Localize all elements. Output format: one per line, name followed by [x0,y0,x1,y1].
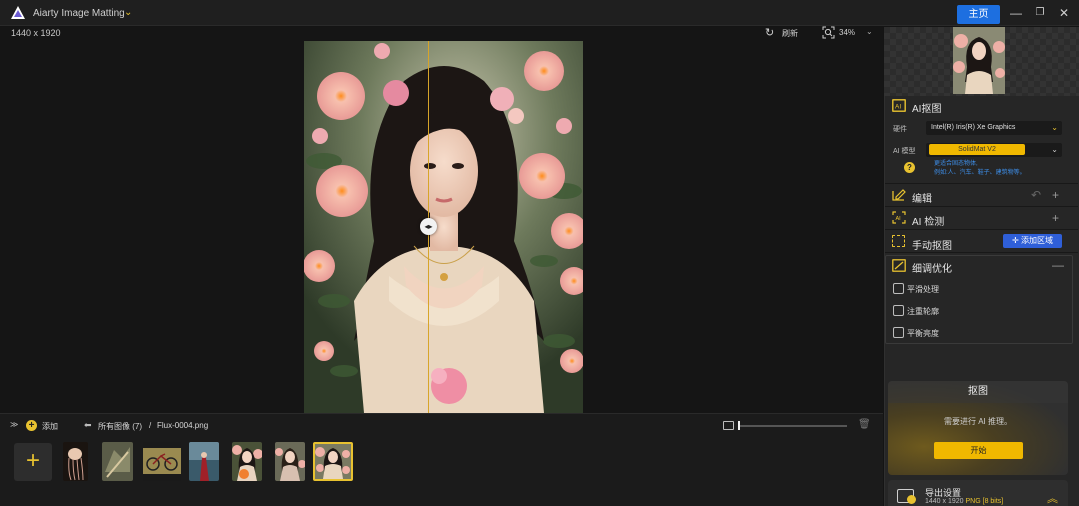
ai-detect-title: AI 检测 [912,217,945,228]
matting-card-title: 抠图 [888,381,1068,403]
chevron-down-icon: ⌄ [1051,145,1058,154]
expand-plus-icon[interactable]: + [1052,212,1059,224]
matting-message: 需要进行 AI 推理。 [943,417,1012,426]
thumbnail-7-selected[interactable] [313,442,353,481]
help-icon[interactable]: ? [904,162,915,173]
collapse-chevron-icon[interactable]: ≫ [10,420,18,429]
thumbnail-1[interactable] [63,442,88,481]
edit-icon [892,189,906,201]
refine-icon [892,259,906,272]
svg-text:AI: AI [895,104,901,111]
add-image-tile[interactable]: + [14,443,52,481]
undo-icon[interactable]: ↶ [1031,189,1041,201]
svg-text:AI: AI [896,216,902,222]
refresh-button[interactable]: 刷新 [782,28,798,39]
preview-thumbnail[interactable] [953,27,1005,94]
breadcrumb-all-images[interactable]: 所有图像 (7) [98,421,142,432]
image-dimensions: 1440 x 1920 [11,28,61,38]
smooth-label: 平滑处理 [907,285,939,294]
back-arrow-icon[interactable]: ⬅ [84,420,92,431]
ai-model-value[interactable]: SolidMat V2 [929,144,1025,155]
export-info: 1440 x 1920 PNG [8 bits] [925,498,1003,505]
add-icon[interactable]: + [26,420,37,431]
thumbnail-size-slider[interactable] [739,425,847,427]
add-area-label: 添加区域 [1020,236,1053,245]
minimize-button[interactable]: — [1006,5,1026,21]
contour-checkbox[interactable] [893,305,904,316]
breadcrumb-separator: / [149,421,152,430]
hardware-value: Intel(R) Iris(R) Xe Graphics [931,124,1016,131]
refine-title: 细调优化 [912,264,952,275]
edit-title: 编辑 [912,194,932,205]
thumbnail-2[interactable] [102,442,133,481]
brightness-label: 平衡亮度 [907,329,939,338]
start-button[interactable]: 开始 [934,442,1023,459]
ai-matting-icon: AI [892,99,906,112]
restore-button[interactable]: ❐ [1030,5,1050,21]
image-icon [723,421,734,430]
model-description-line1: 更适合固态物体, [934,161,978,167]
divider [885,252,1078,253]
gear-icon [907,495,916,504]
divider [885,183,1078,184]
add-area-button[interactable]: ✛ 添加区域 [1003,234,1062,248]
collapse-minus-icon[interactable]: — [1052,259,1064,271]
main-photo [304,41,583,413]
zoom-chevron-down-icon[interactable]: ⌄ [866,27,873,36]
export-size: 1440 x 1920 [925,498,964,505]
thumbnail-6[interactable] [275,442,305,481]
title-bar [0,0,1079,26]
hardware-select[interactable]: Intel(R) Iris(R) Xe Graphics ⌄ [926,121,1062,135]
manual-matting-title: 手动抠图 [912,241,952,252]
trash-icon[interactable]: 🗑 [858,419,871,430]
ai-model-label: AI 模型 [893,148,916,155]
brightness-checkbox[interactable] [893,327,904,338]
smooth-checkbox[interactable] [893,283,904,294]
hardware-label: 硬件 [893,126,907,133]
chevron-down-icon: ⌄ [1051,123,1058,132]
breadcrumb-current-file: Flux-0004.png [157,421,209,430]
close-button[interactable]: ✕ [1054,5,1074,21]
contour-label: 注重轮廓 [907,307,939,316]
thumbnail-5[interactable] [232,442,262,481]
manual-selection-icon [892,235,905,247]
export-bits: [8 bits] [982,498,1004,505]
add-area-icon: ✛ [1012,236,1019,245]
compare-handle[interactable]: ◂▸ [420,218,437,235]
model-description-line2: 例如:人、汽车、鞋子、建筑物等。 [934,170,1026,176]
refresh-icon[interactable]: ↻ [765,27,777,39]
add-button[interactable]: 添加 [42,421,58,432]
divider [885,229,1078,230]
double-chevron-up-icon[interactable]: ︽ [1047,490,1058,506]
ai-matting-title: AI抠图 [912,104,942,115]
home-button[interactable]: 主页 [957,5,1000,24]
chevron-down-icon[interactable]: ⌄ [124,7,132,18]
expand-plus-icon[interactable]: + [1052,189,1059,201]
divider [885,206,1078,207]
export-format: PNG [965,498,981,505]
slider-handle[interactable] [738,421,740,430]
thumbnail-3[interactable] [143,442,181,481]
app-logo-icon [11,6,25,19]
zoom-icon[interactable] [822,26,835,39]
thumbnail-4[interactable] [189,442,219,481]
app-title: Aiarty Image Matting [33,8,125,19]
zoom-level[interactable]: 34% [839,28,855,37]
ai-detect-icon: AI [892,211,906,224]
